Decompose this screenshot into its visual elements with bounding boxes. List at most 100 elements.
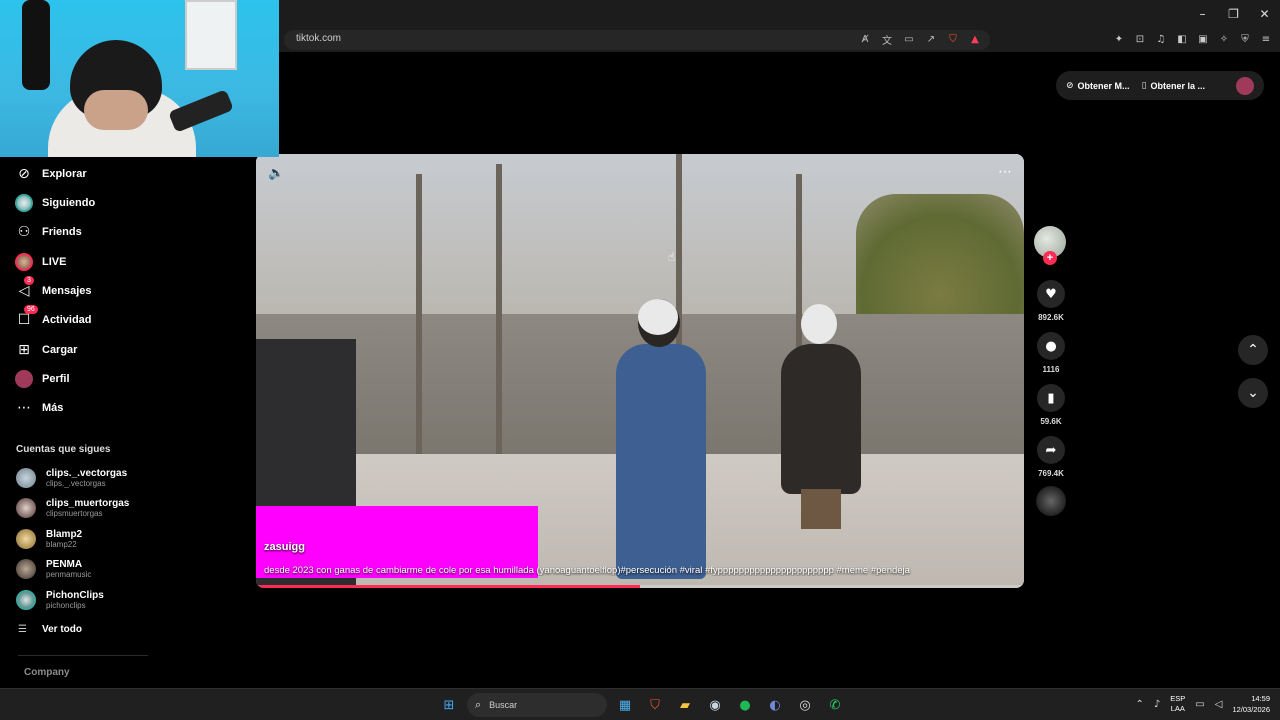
account-name: clips._.vectorgas: [46, 467, 128, 479]
avatar: [16, 468, 36, 488]
video-scene-post: [496, 164, 502, 464]
wallet-icon[interactable]: ▣: [1197, 32, 1209, 46]
sidebar-item-mensajes[interactable]: ◁ 3 Mensajes: [14, 276, 92, 302]
clock-date: 12/03/2026: [1232, 705, 1270, 714]
sidebar-icon[interactable]: ◧: [1176, 32, 1188, 46]
share-action[interactable]: ➦ 769.4K: [1036, 436, 1066, 478]
music-disc-icon[interactable]: [1036, 486, 1066, 516]
sidebar-item-explorar[interactable]: ⊘ Explorar: [14, 163, 87, 185]
sidebar-item-label: Friends: [42, 226, 82, 238]
vpn-icon[interactable]: ⛨: [1239, 32, 1251, 46]
following-account[interactable]: Blamp2 blamp22: [16, 526, 82, 552]
leo-ai-icon[interactable]: ✧: [1218, 32, 1230, 46]
following-account[interactable]: clips_muertorgas clipsmuertorgas: [16, 495, 129, 521]
see-all-button[interactable]: ☰ Ver todo: [18, 624, 82, 635]
network-icon[interactable]: ▭: [1195, 699, 1204, 710]
restore-button[interactable]: ❐: [1218, 0, 1249, 28]
language-layout: LAA: [1170, 704, 1185, 713]
following-account[interactable]: PENMA penmamusic: [16, 556, 91, 582]
sidebar-item-siguiendo[interactable]: Siguiendo: [14, 192, 95, 214]
language-code: ESP: [1170, 694, 1186, 703]
chevron-up-icon: ⌃: [1247, 342, 1259, 358]
obs-icon[interactable]: ◎: [793, 693, 817, 717]
account-name: clips_muertorgas: [46, 497, 130, 509]
sidebar-item-label: Explorar: [42, 168, 87, 180]
volume-icon[interactable]: 🔈: [268, 166, 284, 181]
speaker-icon[interactable]: ◁: [1215, 699, 1223, 710]
account-handle: clips._.vectorgas: [46, 478, 106, 488]
get-coins-label: Obtener M...: [1077, 80, 1130, 91]
save-action[interactable]: ▮ 59.6K: [1036, 384, 1066, 426]
comment-action[interactable]: ● 1116: [1036, 332, 1066, 374]
heart-icon[interactable]: ♥: [1037, 280, 1065, 308]
music-icon[interactable]: ♫: [1155, 32, 1167, 46]
sidebar-item-actividad[interactable]: ☐ 96 Actividad: [14, 305, 92, 331]
account-handle: penmamusic: [46, 569, 92, 579]
cast-icon[interactable]: ▭: [902, 32, 916, 46]
taskbar-clock[interactable]: 14:59 12/03/2026: [1232, 693, 1270, 715]
taskbar-search[interactable]: ⌕ Buscar: [467, 693, 607, 717]
sidebar-item-cargar[interactable]: ⊞ Cargar: [14, 339, 77, 361]
webcam-person-hands: [84, 90, 148, 130]
extensions-icon[interactable]: ✦: [1113, 32, 1125, 46]
sidebar-item-friends[interactable]: ⚇ Friends: [14, 221, 82, 243]
brave-rewards-icon[interactable]: ▲: [968, 32, 982, 46]
reader-mode-icon[interactable]: Ⱥ: [858, 32, 872, 46]
discord-icon[interactable]: ◐: [763, 693, 787, 717]
translate-icon[interactable]: 文: [880, 32, 894, 47]
following-account[interactable]: clips._.vectorgas clips._.vectorgas: [16, 465, 127, 491]
video-author[interactable]: zasuigg: [264, 541, 305, 553]
close-button[interactable]: ✕: [1249, 0, 1280, 28]
window-controls: – ❐ ✕: [1187, 0, 1280, 28]
file-explorer-icon[interactable]: ▰: [673, 693, 697, 717]
brave-shield-icon[interactable]: ⛉: [946, 32, 960, 46]
next-video-button[interactable]: ⌄: [1238, 378, 1268, 408]
brave-browser-icon[interactable]: ⛉: [643, 693, 667, 717]
previous-video-button[interactable]: ⌃: [1238, 335, 1268, 365]
message-box-icon: ☐ 96: [14, 305, 38, 330]
url-field[interactable]: tiktok.com Ⱥ 文 ▭ ↗ ⛉ ▲: [284, 30, 990, 50]
sidebar-item-live[interactable]: LIVE: [14, 251, 66, 273]
language-indicator[interactable]: ESP LAA: [1170, 694, 1185, 714]
avatar: [16, 559, 36, 579]
whatsapp-icon[interactable]: ✆: [823, 693, 847, 717]
save-count: 59.6K: [1040, 417, 1062, 426]
following-account[interactable]: PichonClips pichonclips: [16, 587, 104, 613]
sidebar-item-perfil[interactable]: Perfil: [14, 368, 70, 390]
video-person-left: [606, 294, 716, 579]
video-progress-fill: [256, 585, 640, 588]
minimize-button[interactable]: –: [1187, 0, 1218, 28]
get-app-button[interactable]: ▯ Obtener la ...: [1142, 81, 1205, 91]
steam-icon[interactable]: ◉: [703, 693, 727, 717]
comment-icon[interactable]: ●: [1037, 332, 1065, 360]
sidebar-item-mas[interactable]: ⋯ Más: [14, 397, 63, 419]
sidebar-item-label: Más: [42, 402, 64, 414]
company-link[interactable]: Company: [24, 667, 70, 678]
like-action[interactable]: ♥ 892.6K: [1036, 280, 1066, 322]
bookmark-icon[interactable]: ▮: [1037, 384, 1065, 412]
menu-icon[interactable]: ≡: [1260, 32, 1272, 46]
screenshot-icon[interactable]: ⊡: [1134, 32, 1146, 46]
video-top-controls: 🔈 ⋯: [256, 154, 1024, 194]
list-icon: ☰: [18, 624, 27, 635]
following-section-title: Cuentas que sigues: [16, 444, 111, 455]
microphone-icon[interactable]: ♪: [1154, 699, 1160, 710]
more-options-icon[interactable]: ⋯: [998, 164, 1012, 180]
spotify-icon[interactable]: ●: [733, 693, 757, 717]
share-icon[interactable]: ↗: [924, 32, 938, 46]
windows-start-icon[interactable]: ⊞: [437, 693, 461, 717]
profile-avatar[interactable]: [1236, 76, 1254, 95]
follow-plus-icon[interactable]: +: [1043, 251, 1057, 265]
share-count: 769.4K: [1038, 469, 1064, 478]
video-player[interactable]: 🔈 ⋯ ☝ zasuigg desde 2023 con ganas de ca…: [256, 154, 1024, 588]
url-field-icons: Ⱥ 文 ▭ ↗ ⛉ ▲: [858, 32, 982, 47]
system-tray: ⌃ ♪ ESP LAA ▭ ◁ 14:59 12/03/2026: [1136, 693, 1271, 715]
video-caption: desde 2023 con ganas de cambiarme de col…: [264, 565, 910, 576]
share-arrow-icon[interactable]: ➦: [1037, 436, 1065, 464]
video-progress-bar[interactable]: [256, 585, 1024, 588]
chevron-up-icon[interactable]: ⌃: [1136, 699, 1144, 710]
task-view-icon[interactable]: ▦: [613, 693, 637, 717]
account-name: PENMA: [46, 558, 83, 570]
get-coins-button[interactable]: ⊘ Obtener M...: [1066, 81, 1130, 91]
plus-square-icon: ⊞: [18, 342, 30, 358]
